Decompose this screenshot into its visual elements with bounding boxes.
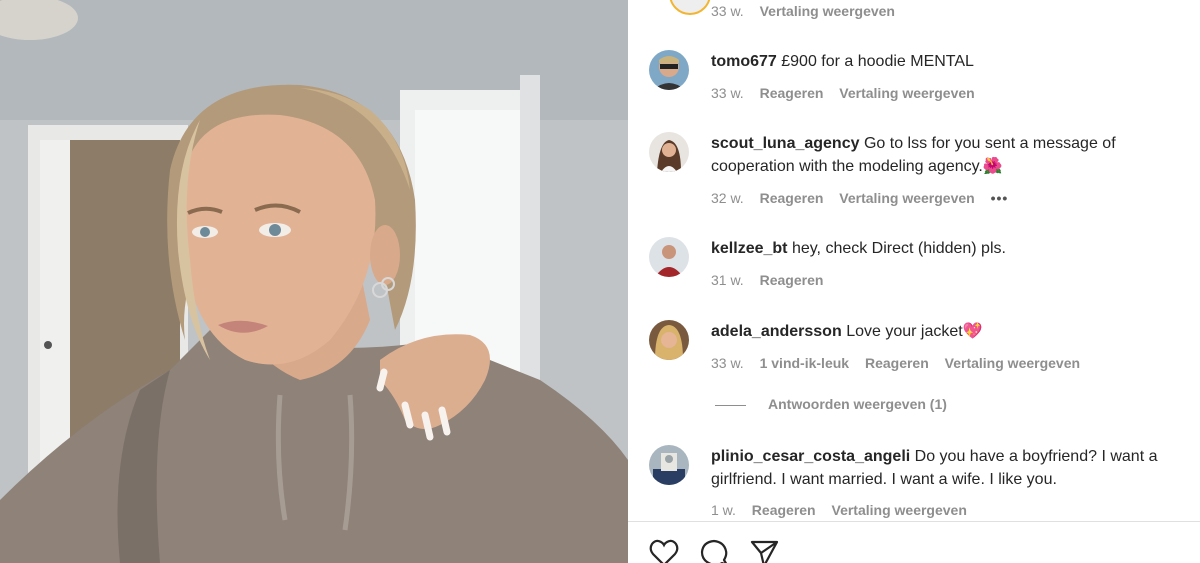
reply-button[interactable]: Reageren (760, 272, 824, 288)
comment-time[interactable]: 32 w. (711, 190, 744, 206)
comment-text: tomo677 £900 for a hoodie MENTAL (711, 50, 1181, 73)
comment-time[interactable]: 33 w. (711, 85, 744, 101)
avatar[interactable] (649, 445, 689, 485)
comment-content: £900 for a hoodie MENTAL (781, 53, 974, 70)
comment-meta: 31 w. Reageren (711, 272, 835, 288)
translate-button[interactable]: Vertaling weergeven (839, 85, 974, 101)
heart-icon[interactable] (649, 538, 679, 563)
avatar[interactable] (649, 132, 689, 172)
comment-time[interactable]: 33 w. (711, 355, 744, 371)
avatar[interactable] (649, 237, 689, 277)
likes-count[interactable]: 1 vind-ik-leuk (760, 355, 849, 371)
actions-divider (628, 521, 1200, 522)
comment-username[interactable]: kellzee_bt (711, 240, 787, 257)
comment-icon[interactable] (699, 538, 729, 563)
share-icon[interactable] (749, 538, 779, 563)
translate-button[interactable]: Vertaling weergeven (945, 355, 1080, 371)
comment-meta: 1 w. Reageren Vertaling weergeven (711, 502, 979, 518)
translate-button[interactable]: Vertaling weergeven (832, 502, 967, 518)
replies-divider (715, 404, 746, 406)
comment-time[interactable]: 33 w. (711, 3, 744, 19)
comment-username[interactable]: tomo677 (711, 53, 777, 70)
photo-illustration (0, 0, 628, 563)
reply-button[interactable]: Reageren (760, 190, 824, 206)
view-replies-button[interactable]: Antwoorden weergeven (1) (715, 396, 947, 412)
comment-time[interactable]: 31 w. (711, 272, 744, 288)
more-options-icon[interactable]: ••• (991, 190, 1009, 206)
comment-content: Love your jacket💖 (846, 323, 983, 340)
comment-meta: 33 w. Vertaling weergeven (711, 3, 907, 19)
comment-meta: 32 w. Reageren Vertaling weergeven ••• (711, 190, 1020, 206)
comments-panel: 33 w. Vertaling weergeven tomo677 £900 f… (628, 0, 1200, 563)
comment-username[interactable]: plinio_cesar_costa_angeli (711, 448, 910, 465)
comment-text: plinio_cesar_costa_angeli Do you have a … (711, 445, 1181, 491)
comment-meta: 33 w. Reageren Vertaling weergeven (711, 85, 987, 101)
comment-time[interactable]: 1 w. (711, 502, 736, 518)
translate-button[interactable]: Vertaling weergeven (839, 190, 974, 206)
translate-button[interactable]: Vertaling weergeven (760, 3, 895, 19)
reply-button[interactable]: Reageren (760, 85, 824, 101)
avatar[interactable] (649, 320, 689, 360)
reply-button[interactable]: Reageren (752, 502, 816, 518)
post-photo (0, 0, 628, 563)
comment-username[interactable]: adela_andersson (711, 323, 842, 340)
avatar[interactable] (669, 0, 711, 15)
comment-text: adela_andersson Love your jacket💖 (711, 320, 1181, 343)
view-replies-label[interactable]: Antwoorden weergeven (1) (768, 396, 947, 412)
comment-username[interactable]: scout_luna_agency (711, 135, 860, 152)
comment-meta: 33 w. 1 vind-ik-leuk Reageren Vertaling … (711, 355, 1092, 371)
comment-content: hey, check Direct (hidden) pls. (791, 240, 1006, 257)
comment-text: scout_luna_agency Go to lss for you sent… (711, 132, 1181, 178)
comment-text: kellzee_bt hey, check Direct (hidden) pl… (711, 237, 1181, 260)
reply-button[interactable]: Reageren (865, 355, 929, 371)
comments-list: 33 w. Vertaling weergeven tomo677 £900 f… (628, 0, 1200, 521)
avatar[interactable] (649, 50, 689, 90)
